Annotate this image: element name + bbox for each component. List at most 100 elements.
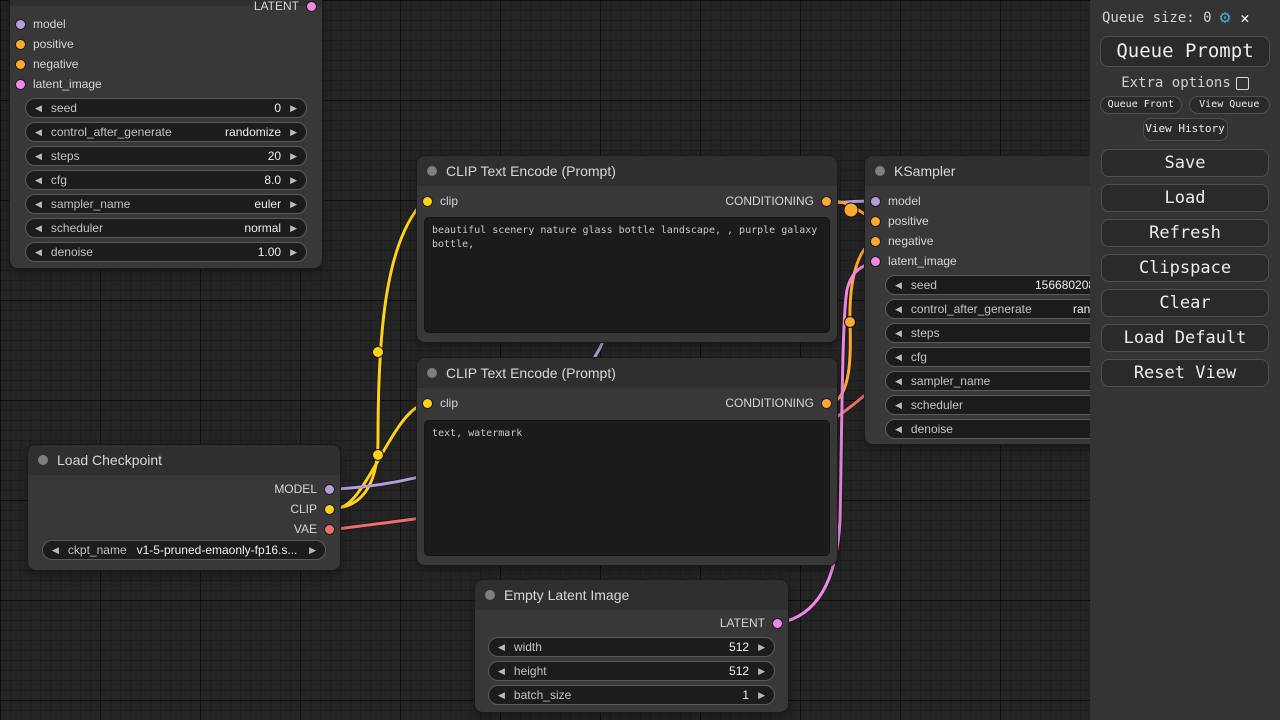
extra-options-checkbox[interactable]	[1236, 77, 1249, 90]
node-ksampler-left[interactable]: KSampler model positive negative latent_…	[10, 0, 322, 268]
increment-icon[interactable]: ▶	[290, 247, 297, 258]
increment-icon[interactable]: ▶	[290, 199, 297, 210]
widget-scheduler[interactable]: ◀ scheduler normal ▶	[25, 218, 307, 238]
input-positive[interactable]: positive	[10, 34, 322, 54]
refresh-button[interactable]: Refresh	[1101, 219, 1269, 247]
queue-prompt-button[interactable]: Queue Prompt	[1100, 36, 1270, 67]
port-dot-latent-image[interactable]	[16, 80, 25, 89]
decrement-icon[interactable]: ◀	[35, 223, 42, 234]
prompt-textarea[interactable]: text, watermark	[425, 421, 829, 555]
widget-cfg[interactable]: ◀ cfg	[885, 347, 1125, 367]
widget-width[interactable]: ◀ width 512 ▶	[488, 637, 775, 657]
collapse-dot-icon[interactable]	[427, 368, 437, 378]
input-latent-image[interactable]: latent_image	[10, 74, 322, 94]
input-model[interactable]: model	[10, 14, 322, 34]
port-dot-clip[interactable]	[423, 399, 432, 408]
output-model[interactable]: MODEL	[28, 479, 340, 499]
decrement-icon[interactable]: ◀	[35, 127, 42, 138]
port-dot-model[interactable]	[16, 20, 25, 29]
decrement-icon[interactable]: ◀	[895, 304, 902, 315]
input-negative[interactable]: negative	[10, 54, 322, 74]
widget-denoise[interactable]: ◀ denoise	[885, 419, 1125, 439]
port-dot-model-out[interactable]	[325, 485, 334, 494]
widget-seed[interactable]: ◀ seed 0 ▶	[25, 98, 307, 118]
port-dot-positive[interactable]	[871, 217, 880, 226]
widget-sampler-name[interactable]: ◀ sampler_name	[885, 371, 1125, 391]
collapse-dot-icon[interactable]	[875, 166, 885, 176]
output-clip[interactable]: CLIP	[28, 499, 340, 519]
widget-ckpt-name[interactable]: ◀ ckpt_name v1-5-pruned-emaonly-fp16.s..…	[42, 540, 326, 560]
queue-front-button[interactable]: Queue Front	[1100, 96, 1182, 114]
increment-icon[interactable]: ▶	[290, 103, 297, 114]
node-clip-text-encode-negative[interactable]: CLIP Text Encode (Prompt) clip CONDITION…	[417, 358, 837, 565]
load-default-button[interactable]: Load Default	[1101, 324, 1269, 352]
decrement-icon[interactable]: ◀	[895, 424, 902, 435]
output-conditioning[interactable]: CONDITIONING	[725, 396, 831, 410]
input-clip[interactable]: clip	[423, 194, 458, 208]
widget-batch-size[interactable]: ◀ batch_size 1 ▶	[488, 685, 775, 705]
port-dot-latent-out[interactable]	[773, 619, 782, 628]
widget-steps[interactable]: ◀ steps	[885, 323, 1125, 343]
view-history-button[interactable]: View History	[1143, 118, 1228, 141]
collapse-dot-icon[interactable]	[427, 166, 437, 176]
increment-icon[interactable]: ▶	[758, 666, 765, 677]
collapse-dot-icon[interactable]	[485, 590, 495, 600]
output-latent[interactable]: LATENT	[475, 613, 788, 633]
port-dot-vae-out[interactable]	[325, 525, 334, 534]
reset-view-button[interactable]: Reset View	[1101, 359, 1269, 387]
port-dot-latent-image[interactable]	[871, 257, 880, 266]
link-dot[interactable]	[373, 450, 384, 461]
save-button[interactable]: Save	[1101, 149, 1269, 177]
decrement-icon[interactable]: ◀	[35, 175, 42, 186]
decrement-icon[interactable]: ◀	[35, 199, 42, 210]
port-dot-model[interactable]	[871, 197, 880, 206]
increment-icon[interactable]: ▶	[758, 690, 765, 701]
widget-cfg[interactable]: ◀ cfg 8.0 ▶	[25, 170, 307, 190]
node-clip-text-encode-positive[interactable]: CLIP Text Encode (Prompt) clip CONDITION…	[417, 156, 837, 342]
decrement-icon[interactable]: ◀	[895, 352, 902, 363]
close-icon[interactable]: ✕	[1240, 9, 1249, 27]
increment-icon[interactable]: ▶	[290, 151, 297, 162]
node-title-bar[interactable]: Empty Latent Image	[475, 580, 788, 610]
widget-denoise[interactable]: ◀ denoise 1.00 ▶	[25, 242, 307, 262]
link-dot[interactable]	[844, 203, 858, 217]
decrement-icon[interactable]: ◀	[35, 151, 42, 162]
node-empty-latent-image[interactable]: Empty Latent Image LATENT ◀ width 512 ▶ …	[475, 580, 788, 712]
clear-button[interactable]: Clear	[1101, 289, 1269, 317]
decrement-icon[interactable]: ◀	[895, 400, 902, 411]
decrement-icon[interactable]: ◀	[498, 642, 505, 653]
decrement-icon[interactable]: ◀	[35, 103, 42, 114]
decrement-icon[interactable]: ◀	[895, 376, 902, 387]
prompt-textarea[interactable]: beautiful scenery nature glass bottle la…	[425, 218, 829, 332]
input-clip[interactable]: clip	[423, 396, 458, 410]
decrement-icon[interactable]: ◀	[895, 280, 902, 291]
collapse-dot-icon[interactable]	[38, 455, 48, 465]
output-conditioning[interactable]: CONDITIONING	[725, 194, 831, 208]
port-dot-conditioning[interactable]	[822, 399, 831, 408]
port-dot-latent-out[interactable]	[307, 2, 316, 11]
decrement-icon[interactable]: ◀	[895, 328, 902, 339]
port-dot-clip-out[interactable]	[325, 505, 334, 514]
widget-control-after-generate[interactable]: ◀ control_after_generate randomize ▶	[25, 122, 307, 142]
clipspace-button[interactable]: Clipspace	[1101, 254, 1269, 282]
increment-icon[interactable]: ▶	[290, 127, 297, 138]
port-dot-negative[interactable]	[16, 60, 25, 69]
widget-seed[interactable]: ◀ seed 1566802087	[885, 275, 1125, 295]
port-dot-negative[interactable]	[871, 237, 880, 246]
widget-sampler-name[interactable]: ◀ sampler_name euler ▶	[25, 194, 307, 214]
node-title-bar[interactable]: CLIP Text Encode (Prompt)	[417, 358, 837, 388]
widget-height[interactable]: ◀ height 512 ▶	[488, 661, 775, 681]
node-load-checkpoint[interactable]: Load Checkpoint MODEL CLIP VAE ◀ ckpt_na…	[28, 445, 340, 570]
port-dot-clip[interactable]	[423, 197, 432, 206]
increment-icon[interactable]: ▶	[290, 175, 297, 186]
prev-icon[interactable]: ◀	[52, 545, 59, 556]
increment-icon[interactable]: ▶	[758, 642, 765, 653]
link-dot[interactable]	[845, 317, 856, 328]
decrement-icon[interactable]: ◀	[35, 247, 42, 258]
graph-canvas[interactable]: KSampler model positive negative latent_…	[0, 0, 1280, 720]
widget-steps[interactable]: ◀ steps 20 ▶	[25, 146, 307, 166]
node-title-bar[interactable]: CLIP Text Encode (Prompt)	[417, 156, 837, 186]
port-dot-positive[interactable]	[16, 40, 25, 49]
settings-gear-icon[interactable]: ⚙	[1220, 7, 1231, 28]
port-dot-conditioning[interactable]	[822, 197, 831, 206]
